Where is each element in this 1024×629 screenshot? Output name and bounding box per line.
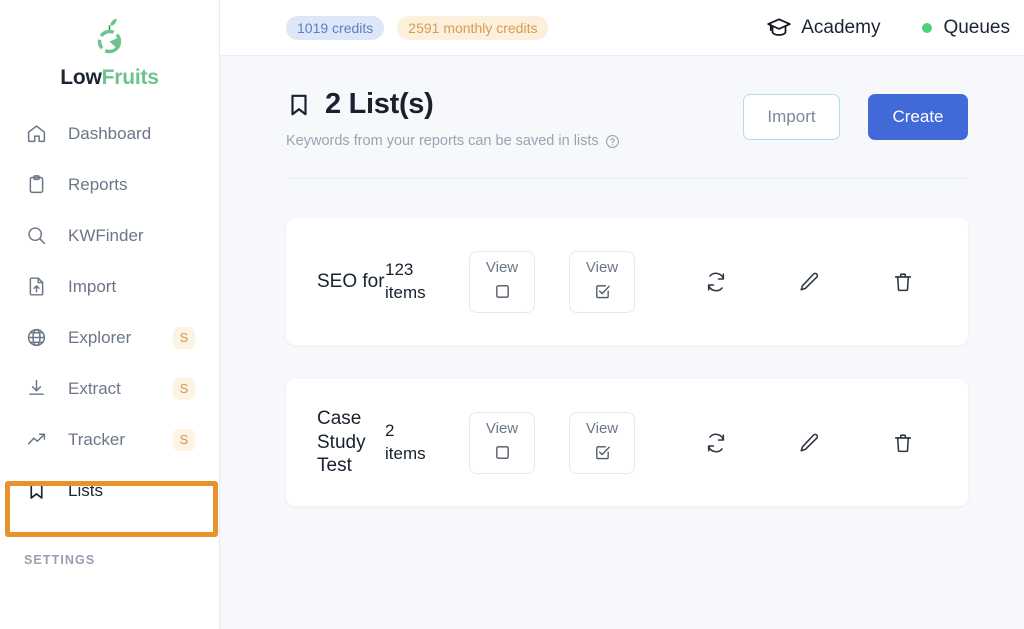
- list-count-unit: items: [385, 282, 426, 302]
- clipboard-icon: [24, 173, 48, 197]
- sidebar-item-label: Reports: [68, 174, 128, 194]
- delete-icon[interactable]: [886, 426, 920, 460]
- sidebar-item-label: Dashboard: [68, 123, 152, 143]
- sidebar-item-label: Extract: [68, 378, 121, 398]
- main-area: 1019 credits 2591 monthly credits Academ…: [220, 0, 1024, 629]
- sidebar-item-label: KWFinder: [68, 225, 144, 245]
- sidebar-item-label: Lists: [68, 480, 103, 500]
- help-circle-icon[interactable]: [605, 134, 620, 149]
- list-name: Case Study Test: [317, 407, 366, 477]
- brand-name-prefix: Low: [60, 66, 102, 89]
- view-unchecked-button[interactable]: View: [469, 411, 535, 474]
- sidebar-badge: S: [173, 377, 195, 400]
- topbar: 1019 credits 2591 monthly credits Academ…: [220, 0, 1024, 56]
- list-card[interactable]: SEO for 123 items View View: [286, 218, 968, 345]
- list-count-unit: items: [385, 443, 426, 463]
- list-card[interactable]: Case Study Test 2 items View View: [286, 379, 968, 506]
- bookmark-icon: [286, 92, 312, 118]
- credits-badge[interactable]: 1019 credits: [286, 15, 385, 40]
- trend-up-icon: [24, 428, 48, 452]
- sidebar-item-lists[interactable]: Lists: [0, 465, 219, 516]
- checkbox-empty-icon: [494, 283, 511, 305]
- graduation-cap-icon: [766, 15, 792, 41]
- page-subtitle-text: Keywords from your reports can be saved …: [286, 133, 599, 149]
- brand-logo[interactable]: LowFruits: [0, 0, 219, 90]
- page-header: 2 List(s) Keywords from your reports can…: [286, 56, 968, 149]
- sidebar-item-kwfinder[interactable]: KWFinder: [0, 210, 219, 261]
- sidebar-item-tracker[interactable]: Tracker S: [0, 414, 219, 465]
- list-card-actions: [669, 426, 968, 460]
- page-subtitle: Keywords from your reports can be saved …: [286, 133, 743, 149]
- page-title-text: 2 List(s): [325, 88, 434, 120]
- academy-link[interactable]: Academy: [766, 15, 880, 41]
- checkbox-checked-icon: [594, 283, 611, 305]
- sidebar-item-label: Tracker: [68, 429, 125, 449]
- status-dot-icon: [922, 22, 933, 33]
- page-header-left: 2 List(s) Keywords from your reports can…: [286, 88, 743, 149]
- sidebar-item-dashboard[interactable]: Dashboard: [0, 108, 219, 159]
- sidebar-item-import[interactable]: Import: [0, 261, 219, 312]
- list-count-number: 123: [385, 259, 414, 279]
- download-icon: [24, 377, 48, 401]
- refresh-icon[interactable]: [699, 426, 733, 460]
- app-root: LowFruits Dashboard Reports KWFinder Imp…: [0, 0, 1024, 629]
- brand-name-suffix: Fruits: [101, 66, 159, 89]
- view-unchecked-label: View: [485, 258, 519, 276]
- refresh-icon[interactable]: [699, 265, 733, 299]
- list-name: SEO for: [317, 270, 385, 292]
- list-item-count: 2 items: [385, 420, 469, 466]
- sidebar-divider: [24, 534, 195, 535]
- bookmark-icon: [24, 479, 48, 503]
- view-checked-label: View: [585, 258, 619, 276]
- sidebar-section-settings: SETTINGS: [24, 553, 96, 567]
- import-button[interactable]: Import: [743, 94, 840, 140]
- view-unchecked-label: View: [485, 419, 519, 437]
- list-count-number: 2: [385, 420, 395, 440]
- view-checked-button[interactable]: View: [569, 411, 635, 474]
- header-divider: [286, 178, 968, 179]
- create-button[interactable]: Create: [868, 94, 968, 140]
- sidebar-item-explorer[interactable]: Explorer S: [0, 312, 219, 363]
- view-unchecked-button[interactable]: View: [469, 250, 535, 313]
- queues-label: Queues: [943, 16, 1010, 38]
- sidebar: LowFruits Dashboard Reports KWFinder Imp…: [0, 0, 220, 629]
- delete-icon[interactable]: [886, 265, 920, 299]
- sidebar-nav: Dashboard Reports KWFinder Import Explor…: [0, 108, 219, 516]
- fruit-logo-icon: [90, 16, 130, 60]
- sidebar-item-reports[interactable]: Reports: [0, 159, 219, 210]
- view-checked-label: View: [585, 419, 619, 437]
- view-checked-button[interactable]: View: [569, 250, 635, 313]
- list-item-count: 123 items: [385, 259, 469, 305]
- sidebar-item-label: Import: [68, 276, 117, 296]
- edit-icon[interactable]: [792, 426, 826, 460]
- brand-name: LowFruits: [60, 66, 159, 90]
- sidebar-item-extract[interactable]: Extract S: [0, 363, 219, 414]
- home-icon: [24, 122, 48, 146]
- sidebar-item-label: Explorer: [68, 327, 132, 347]
- queues-link[interactable]: Queues: [922, 17, 1010, 39]
- search-icon: [24, 224, 48, 248]
- globe-icon: [24, 326, 48, 350]
- edit-icon[interactable]: [792, 265, 826, 299]
- monthly-credits-badge[interactable]: 2591 monthly credits: [397, 15, 549, 40]
- file-upload-icon: [24, 275, 48, 299]
- sidebar-badge: S: [173, 428, 195, 451]
- checkbox-empty-icon: [494, 444, 511, 466]
- page-title: 2 List(s): [286, 88, 743, 121]
- sidebar-badge: S: [173, 326, 195, 349]
- checkbox-checked-icon: [594, 444, 611, 466]
- list-card-actions: [669, 265, 968, 299]
- academy-label: Academy: [801, 16, 881, 38]
- lists-container: SEO for 123 items View View Case Study T…: [286, 218, 968, 506]
- content-area: 2 List(s) Keywords from your reports can…: [220, 56, 1024, 629]
- page-header-actions: Import Create: [743, 88, 968, 140]
